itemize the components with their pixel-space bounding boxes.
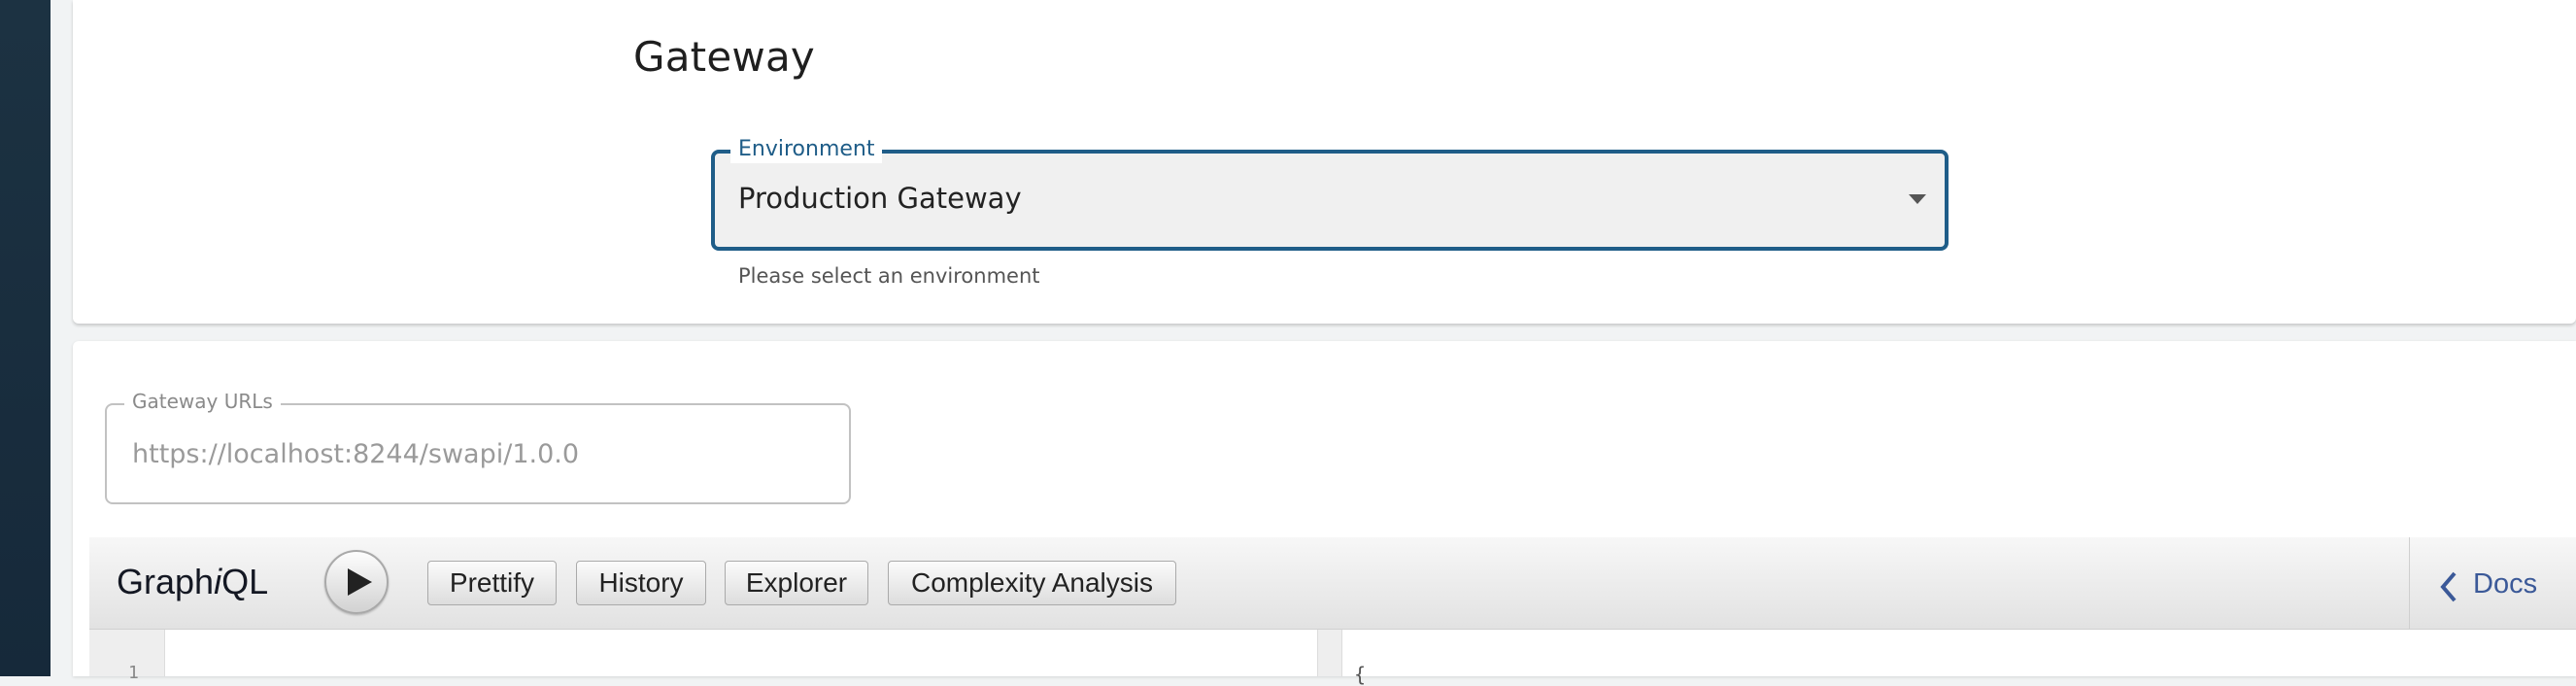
- graphiql-title-post: QL: [221, 562, 269, 601]
- gateway-url-value[interactable]: https://localhost:8244/swapi/1.0.0: [132, 439, 579, 469]
- graphiql-title-italic: i: [214, 562, 222, 601]
- caret-down-icon[interactable]: [1909, 194, 1926, 204]
- chevron-left-icon[interactable]: [2438, 570, 2459, 603]
- gateway-urls-label: Gateway URLs: [124, 389, 281, 414]
- editor-gutter: [89, 630, 165, 676]
- execute-query-button[interactable]: [324, 550, 389, 614]
- editor-pane-divider[interactable]: [1317, 630, 1342, 676]
- complexity-analysis-button[interactable]: Complexity Analysis: [888, 561, 1176, 605]
- environment-selected-value[interactable]: Production Gateway: [738, 182, 1022, 215]
- environment-helper-text: Please select an environment: [738, 264, 1040, 288]
- graphiql-title-pre: Graph: [117, 562, 215, 601]
- prettify-button[interactable]: Prettify: [427, 561, 557, 605]
- environment-label: Environment: [730, 136, 883, 163]
- section-title: Gateway: [633, 33, 815, 81]
- line-number: 1: [128, 663, 139, 683]
- history-button[interactable]: History: [576, 561, 706, 605]
- explorer-button[interactable]: Explorer: [725, 561, 868, 605]
- left-sidebar-rail: [0, 0, 51, 676]
- result-viewer-text: {: [1354, 663, 1367, 686]
- play-icon: [348, 568, 372, 596]
- graphiql-title: GraphiQL: [117, 562, 268, 602]
- docs-label[interactable]: Docs: [2473, 568, 2537, 600]
